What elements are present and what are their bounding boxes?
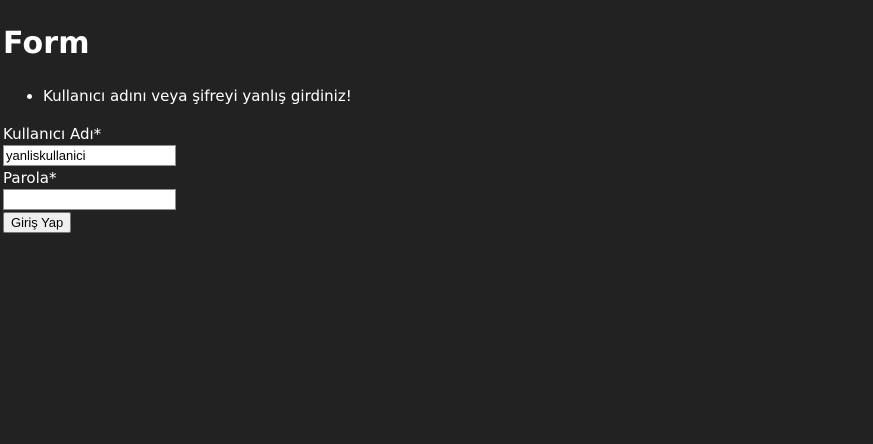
password-label: Parola* [3,169,57,187]
error-list: Kullanıcı adını veya şifreyi yanlış gird… [3,86,352,106]
username-label: Kullanıcı Adı* [3,125,102,143]
page-title: Form [3,26,90,61]
username-input[interactable] [3,145,176,166]
login-button[interactable]: Giriş Yap [3,212,72,233]
password-input[interactable] [3,189,176,210]
error-message: Kullanıcı adını veya şifreyi yanlış gird… [43,86,352,106]
